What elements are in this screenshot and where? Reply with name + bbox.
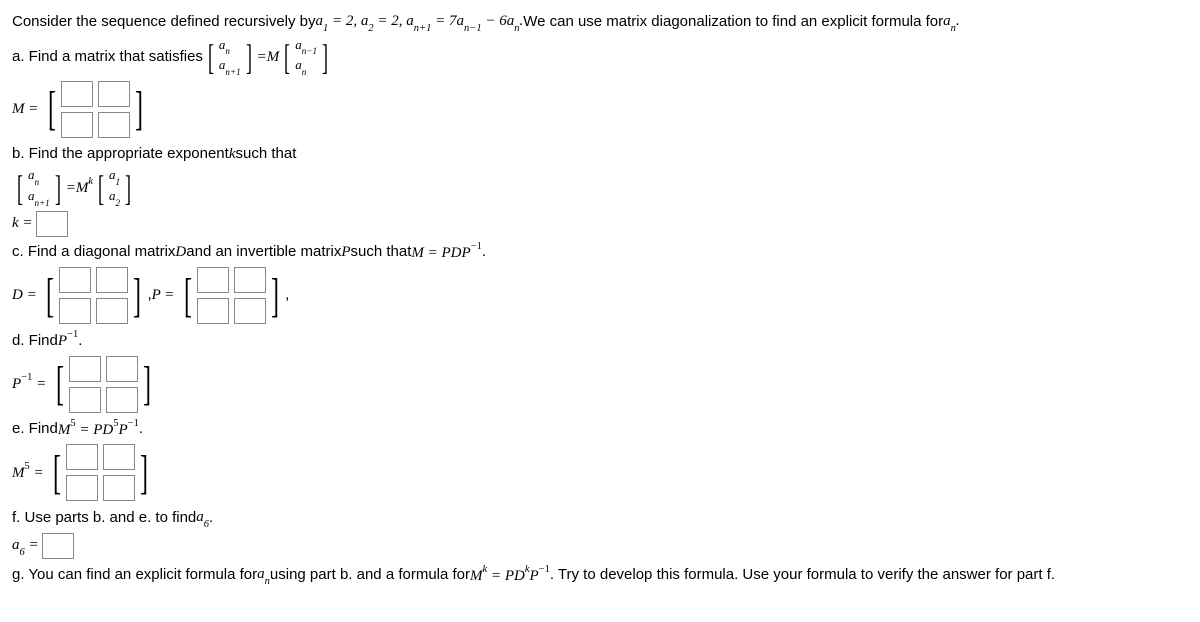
comma-end: , bbox=[285, 284, 289, 307]
M5-input-22[interactable] bbox=[103, 475, 135, 501]
intro-equation: a1 = 2, a2 = 2, an+1 = 7an−1 − 6an. bbox=[316, 10, 524, 35]
part-g-label: g. You can find an explicit formula for bbox=[12, 564, 257, 587]
Mk: Mk bbox=[76, 176, 93, 200]
P-matrix: [ ] bbox=[180, 266, 283, 325]
part-c-label: c. Find a diagonal matrix bbox=[12, 241, 175, 264]
d-Pinv: P−1 bbox=[58, 329, 78, 353]
M5-input-12[interactable] bbox=[103, 444, 135, 470]
D-input-22[interactable] bbox=[96, 298, 128, 324]
part-d-text: d. Find P−1 . bbox=[12, 329, 1188, 353]
M-input-12[interactable] bbox=[98, 81, 130, 107]
part-a-label: a. Find a matrix that satisfies bbox=[12, 46, 203, 69]
part-b-label2: such that bbox=[236, 143, 297, 166]
M-var: M bbox=[267, 46, 280, 69]
Pinv-matrix: [ ] bbox=[52, 355, 155, 414]
Pinv-input-11[interactable] bbox=[69, 356, 101, 382]
part-f-label: f. Use parts b. and e. to find bbox=[12, 507, 196, 530]
k-input[interactable] bbox=[36, 211, 68, 237]
equals-a: = bbox=[257, 46, 267, 69]
c-eq: M = PDP−1 bbox=[411, 241, 481, 265]
part-g-label3: . Try to develop this formula. Use your … bbox=[550, 564, 1055, 587]
part-g-text: g. You can find an explicit formula for … bbox=[12, 563, 1188, 588]
c-dot: . bbox=[482, 241, 486, 264]
M-matrix: [ ] bbox=[44, 80, 147, 139]
part-a-text: a. Find a matrix that satisfies [ anan+1… bbox=[12, 37, 1188, 78]
P-input-11[interactable] bbox=[197, 267, 229, 293]
d-dot: . bbox=[78, 330, 82, 353]
vector-right-a: [ an−1an ] bbox=[281, 37, 331, 78]
P-input-21[interactable] bbox=[197, 298, 229, 324]
part-e-label: e. Find bbox=[12, 418, 58, 441]
P-input-22[interactable] bbox=[234, 298, 266, 324]
Pinv-input-12[interactable] bbox=[106, 356, 138, 382]
part-c-label2: and an invertible matrix bbox=[186, 241, 341, 264]
part-b-equation: [ anan+1 ] = Mk [ a1a2 ] bbox=[12, 167, 1188, 208]
DP-equation: D = [ ] , P = [ ] bbox=[12, 266, 1188, 325]
k-equals: k = bbox=[12, 212, 36, 235]
f-a6: a6 bbox=[196, 506, 209, 531]
M5-input-21[interactable] bbox=[66, 475, 98, 501]
part-c-label3: such that bbox=[351, 241, 412, 264]
k-equation: k = bbox=[12, 211, 1188, 237]
part-c-text: c. Find a diagonal matrix D and an inver… bbox=[12, 241, 1188, 265]
part-b-text: b. Find the appropriate exponent k such … bbox=[12, 143, 1188, 166]
M5-matrix: [ ] bbox=[49, 443, 152, 502]
b-k: k bbox=[229, 143, 236, 166]
e-eq: M5 = PD5P−1 bbox=[58, 418, 139, 442]
M5-equation: M5 = [ ] bbox=[12, 443, 1188, 502]
part-d-label: d. Find bbox=[12, 330, 58, 353]
M-input-11[interactable] bbox=[61, 81, 93, 107]
c-D: D bbox=[175, 241, 186, 264]
part-b-label: b. Find the appropriate exponent bbox=[12, 143, 229, 166]
c-P: P bbox=[341, 241, 350, 264]
f-dot: . bbox=[209, 507, 213, 530]
Pinv-equals: P−1 = bbox=[12, 372, 50, 396]
Pinv-equation: P−1 = [ ] bbox=[12, 355, 1188, 414]
g-eq: Mk = PDkP−1 bbox=[470, 564, 550, 588]
M-equals: M = bbox=[12, 98, 42, 121]
M5-input-11[interactable] bbox=[66, 444, 98, 470]
part-f-text: f. Use parts b. and e. to find a6 . bbox=[12, 506, 1188, 531]
vector-right-b: [ a1a2 ] bbox=[95, 167, 134, 208]
intro-text: Consider the sequence defined recursivel… bbox=[12, 11, 316, 34]
vector-left-a: [ anan+1 ] bbox=[205, 37, 255, 78]
D-input-21[interactable] bbox=[59, 298, 91, 324]
Pinv-input-22[interactable] bbox=[106, 387, 138, 413]
part-e-text: e. Find M5 = PD5P−1 . bbox=[12, 418, 1188, 442]
D-equals: D = bbox=[12, 284, 40, 307]
a6-equals: a6 = bbox=[12, 534, 42, 559]
part-g-label2: using part b. and a formula for bbox=[270, 564, 470, 587]
M-equation: M = [ ] bbox=[12, 80, 1188, 139]
vector-left-b: [ anan+1 ] bbox=[14, 167, 64, 208]
intro-an: an. bbox=[943, 10, 960, 35]
e-dot: . bbox=[139, 418, 143, 441]
D-input-11[interactable] bbox=[59, 267, 91, 293]
P-input-12[interactable] bbox=[234, 267, 266, 293]
intro-tail: We can use matrix diagonalization to fin… bbox=[523, 11, 943, 34]
M-input-22[interactable] bbox=[98, 112, 130, 138]
D-input-12[interactable] bbox=[96, 267, 128, 293]
M5-equals: M5 = bbox=[12, 461, 47, 485]
a6-equation: a6 = bbox=[12, 533, 1188, 559]
M-input-21[interactable] bbox=[61, 112, 93, 138]
D-matrix: [ ] bbox=[42, 266, 145, 325]
Pinv-input-21[interactable] bbox=[69, 387, 101, 413]
P-equals: P = bbox=[152, 284, 179, 307]
g-an: an bbox=[257, 563, 270, 588]
a6-input[interactable] bbox=[42, 533, 74, 559]
problem-intro: Consider the sequence defined recursivel… bbox=[12, 10, 1188, 35]
equals-b: = bbox=[66, 177, 76, 200]
